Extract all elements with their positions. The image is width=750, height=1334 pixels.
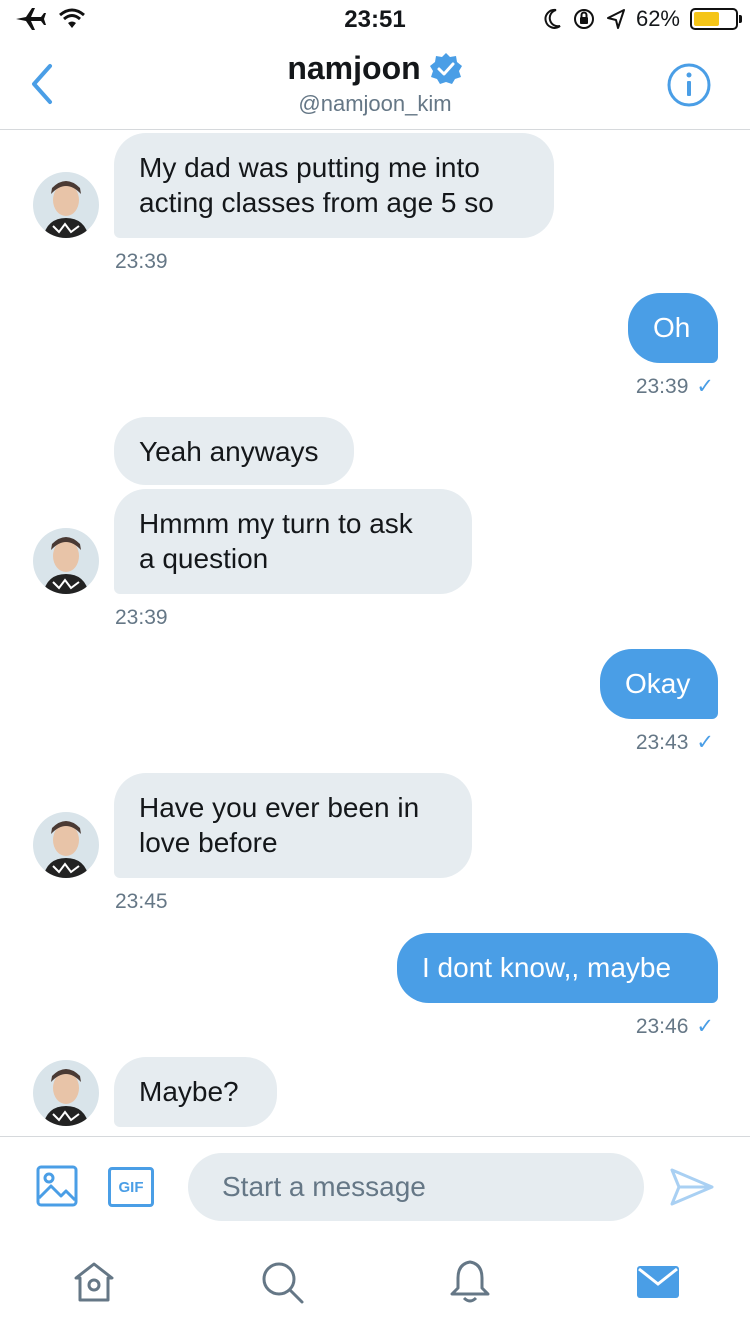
message-text-line: love before	[139, 827, 278, 858]
message-text: Okay	[625, 668, 691, 699]
rotation-lock-icon	[573, 9, 594, 29]
home-icon[interactable]	[70, 1258, 118, 1306]
contact-handle: @namjoon_kim	[298, 91, 452, 116]
avatar[interactable]	[33, 528, 99, 594]
sent-check-icon: ✓	[696, 731, 714, 754]
message-timestamp: 23:43 ✓	[635, 731, 714, 754]
messages-envelope-icon[interactable]	[634, 1258, 682, 1306]
outgoing-message-bubble[interactable]: Oh	[628, 293, 718, 363]
avatar[interactable]	[33, 1060, 99, 1126]
sent-check-icon: ✓	[696, 1015, 714, 1038]
incoming-message-bubble[interactable]: Maybe?	[114, 1057, 277, 1127]
message-text-line: Hmmm my turn to ask	[139, 508, 413, 539]
message-text-line: a question	[139, 543, 269, 574]
verified-badge-icon	[429, 52, 462, 84]
contact-name[interactable]: namjoon	[287, 50, 420, 87]
incoming-message-bubble[interactable]: Have you ever been in love before	[114, 773, 472, 878]
incoming-message-bubble[interactable]: Hmmm my turn to ask a question	[114, 489, 472, 594]
message-input[interactable]: Start a message	[188, 1153, 644, 1221]
message-text-line: Have you ever been in	[139, 792, 420, 823]
location-icon	[606, 9, 625, 29]
battery-icon	[690, 8, 742, 30]
message-text: Yeah anyways	[139, 436, 319, 467]
info-icon[interactable]	[666, 62, 712, 108]
conversation-header: namjoon @namjoon_kim	[0, 40, 750, 130]
message-text-line: acting classes from age 5 so	[139, 187, 494, 218]
message-timestamp: 23:45	[115, 890, 168, 913]
send-icon[interactable]	[670, 1167, 714, 1207]
message-text-line: My dad was putting me into	[139, 152, 480, 183]
tab-bar	[0, 1236, 750, 1334]
search-icon[interactable]	[258, 1258, 306, 1306]
battery-percent: 62%	[635, 6, 680, 31]
message-thread[interactable]: My dad was putting me into acting classe…	[0, 131, 750, 1136]
avatar[interactable]	[33, 172, 99, 238]
image-icon[interactable]	[36, 1165, 78, 1207]
outgoing-message-bubble[interactable]: Okay	[600, 649, 718, 719]
avatar[interactable]	[33, 812, 99, 878]
incoming-message-bubble[interactable]: My dad was putting me into acting classe…	[114, 133, 554, 238]
incoming-message-bubble[interactable]: Yeah anyways	[114, 417, 354, 485]
message-timestamp: 23:39	[115, 250, 168, 273]
message-text: Maybe?	[139, 1076, 239, 1107]
moon-icon	[544, 8, 561, 29]
status-bar: 23:51 62%	[0, 0, 750, 40]
message-timestamp: 23:39	[115, 606, 168, 629]
outgoing-message-bubble[interactable]: I dont know,, maybe	[397, 933, 718, 1003]
message-composer: GIF Start a message	[0, 1136, 750, 1236]
message-timestamp: 23:39 ✓	[635, 375, 714, 398]
message-timestamp: 23:46 ✓	[635, 1015, 714, 1038]
notifications-bell-icon[interactable]	[446, 1258, 494, 1306]
message-text: Oh	[653, 312, 691, 343]
sent-check-icon: ✓	[696, 375, 714, 398]
gif-icon[interactable]: GIF	[108, 1167, 154, 1207]
message-text: I dont know,, maybe	[422, 952, 672, 983]
